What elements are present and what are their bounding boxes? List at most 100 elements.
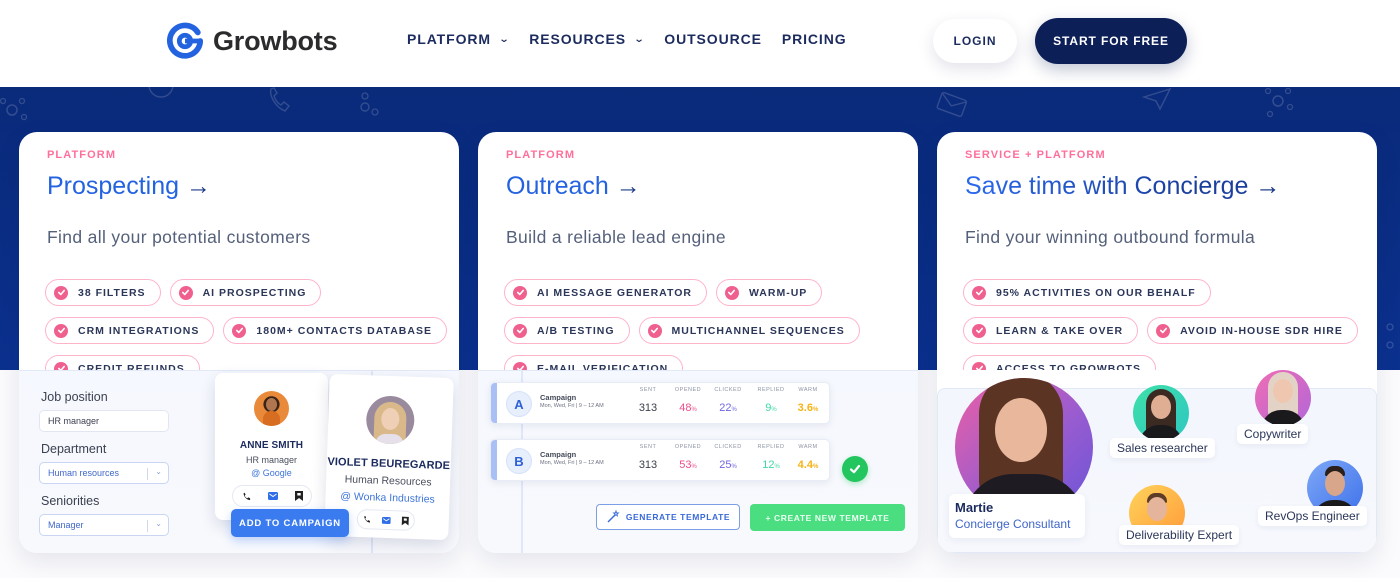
chat-icon [148,87,174,98]
feature-chips: 95% ACTIVITIES ON OUR BEHALF LEARN & TAK… [963,279,1373,382]
concierge-link[interactable]: Save time with Concierge → [965,172,1280,201]
check-circle-icon [972,285,986,300]
feature-chip: AI PROSPECTING [169,279,322,306]
chip-label: 180M+ CONTACTS DATABASE [256,324,432,337]
network-icon [360,92,379,116]
chip-label: 95% ACTIVITIES ON OUR BEHALF [996,286,1196,299]
chip-label: MULTICHANNEL SEQUENCES [671,324,845,337]
campaign-name: Campaign [540,393,577,402]
chip-label: AI MESSAGE GENERATOR [537,286,692,299]
chevron-down-icon: ⌄ [155,519,162,528]
feature-chip: MULTICHANNEL SEQUENCES [638,317,860,344]
stat-label: CLICKED [714,444,742,450]
start-for-free-button[interactable]: START FOR FREE [1035,18,1187,64]
campaign-name: Campaign [540,450,577,459]
department-select[interactable]: Human resources ⌄ [39,462,169,484]
nav-pricing[interactable]: PRICING [782,31,847,47]
variant-badge: B [506,448,532,474]
growbots-logo-icon [166,22,204,59]
card-title: Save time with Concierge [965,172,1249,200]
nav-resources[interactable]: RESOURCES ⌄ [529,31,644,47]
feature-chips: AI MESSAGE GENERATOR WARM-UP A/B TESTING… [504,279,914,382]
prospecting-card: PLATFORM Prospecting → Find all your pot… [19,132,459,553]
stat-clicked: CLICKED 25% [705,444,751,471]
main-nav: PLATFORM ⌄ RESOURCES ⌄ OUTSOURCE PRICING [407,31,867,47]
email-icon [936,91,968,118]
chevron-down-icon: ⌄ [498,33,511,45]
feature-chips: 38 FILTERS AI PROSPECTING CRM INTEGRATIO… [45,279,455,382]
chip-label: AVOID IN-HOUSE SDR HIRE [1180,324,1343,337]
seniorities-value: Manager [48,520,84,530]
check-circle-icon [54,323,68,338]
campaign-row-b[interactable]: B Campaign Mon, Wed, Fri | 9 – 12 AM SEN… [490,439,830,481]
nav-resources-label: RESOURCES [529,31,627,47]
feature-chip: CRM INTEGRATIONS [45,317,215,344]
contact-actions [232,485,312,507]
chevron-down-icon: ⌄ [155,467,162,476]
stat-label: WARM [798,444,818,450]
avatar [254,391,289,426]
page: Growbots PLATFORM ⌄ RESOURCES ⌄ OUTSOURC… [0,0,1400,578]
profile-role: Human Resources [344,473,432,489]
phone-icon[interactable] [242,492,251,501]
chip-label: CRM INTEGRATIONS [78,324,200,337]
outreach-card: PLATFORM Outreach → Build a reliable lea… [478,132,918,553]
seniorities-select[interactable]: Manager ⌄ [39,514,169,536]
card-title: Prospecting [47,172,180,200]
logo[interactable]: Growbots [166,22,338,60]
job-position-label: Job position [41,390,108,404]
profile-name: ANNE SMITH [239,440,304,451]
nav-outsource[interactable]: OUTSOURCE [664,31,762,47]
profile-company: @ Wonka Industries [340,490,435,506]
profile-company: @ Google [251,468,292,478]
create-new-template-button[interactable]: + CREATE NEW TEMPLATE [750,504,905,531]
arrow-right-icon: → [185,172,211,200]
stat-label: CLICKED [714,387,742,393]
nav-outsource-label: OUTSOURCE [664,31,762,47]
bookmark-icon[interactable] [294,491,303,501]
login-button[interactable]: LOGIN [933,19,1017,63]
card-subtitle: Find all your potential customers [47,227,311,247]
email-icon[interactable] [267,492,278,500]
feature-chip: 38 FILTERS [45,279,161,306]
profile-card-anne[interactable]: ANNE SMITH HR manager @ Google [215,373,328,520]
email-icon[interactable] [381,516,391,524]
team-role-tag: Sales researcher [1110,438,1215,458]
outreach-link[interactable]: Outreach → [506,172,641,201]
bookmark-icon[interactable] [401,516,409,526]
job-position-input[interactable]: HR manager [39,410,169,432]
nav-platform-label: PLATFORM [407,31,491,47]
department-label: Department [41,442,107,456]
team-avatar-sales-researcher [1133,385,1189,441]
feature-chip: AVOID IN-HOUSE SDR HIRE [1147,317,1358,344]
department-value: Human resources [48,468,120,478]
add-to-campaign-button[interactable]: ADD TO CAMPAIGN [231,509,349,537]
feature-chip: AI MESSAGE GENERATOR [504,279,707,306]
card-title: Outreach [506,172,609,200]
network-icon [0,97,28,121]
check-circle-icon [54,285,68,300]
outreach-demo: A Campaign Mon, Wed, Fri | 9 – 12 AM SEN… [478,370,918,553]
nav-platform[interactable]: PLATFORM ⌄ [407,31,509,47]
arrow-right-icon: → [615,172,641,200]
magic-wand-icon [607,510,620,523]
campaign-accent-bar [491,440,497,480]
profile-name: VIOLET BEUREGARDE [327,455,451,473]
chip-label: WARM-UP [748,286,808,299]
card-eyebrow: PLATFORM [506,149,576,161]
generate-template-button[interactable]: GENERATE TEMPLATE [596,504,740,530]
campaign-row-a[interactable]: A Campaign Mon, Wed, Fri | 9 – 12 AM SEN… [490,382,830,424]
stat-value: 4.4% [797,459,819,471]
phone-icon[interactable] [363,515,371,523]
team-role-tag: RevOps Engineer [1258,506,1367,526]
check-circle-icon [1156,323,1171,338]
campaign-schedule: Mon, Wed, Fri | 9 – 12 AM [540,460,604,466]
winner-check-icon [842,456,868,482]
chip-label: LEARN & TAKE OVER [996,324,1124,337]
feature-chip: WARM-UP [715,279,823,306]
nav-pricing-label: PRICING [781,31,847,47]
feature-chip: A/B TESTING [504,317,630,344]
chevron-down-icon: ⌄ [633,33,646,45]
network-icon [1386,323,1394,349]
prospecting-link[interactable]: Prospecting → [47,172,211,201]
